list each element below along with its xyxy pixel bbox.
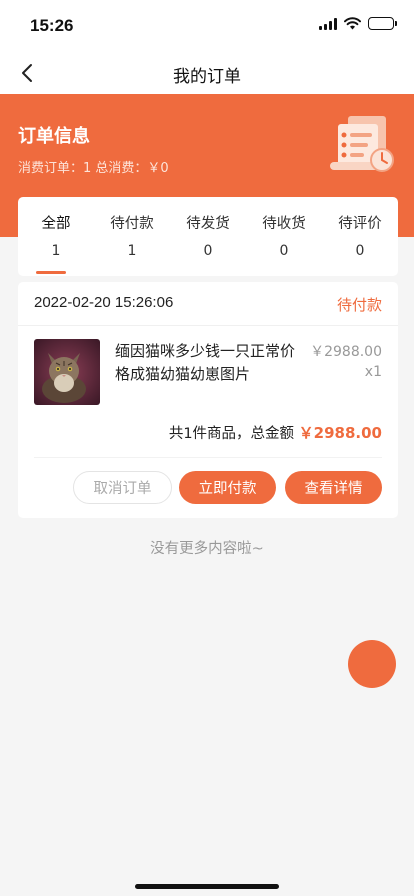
tab-all[interactable]: 全部 1 bbox=[18, 197, 94, 276]
cancel-order-button[interactable]: 取消订单 bbox=[73, 471, 172, 504]
order-total-amount: ￥2988.00 bbox=[298, 424, 382, 442]
floating-action-button[interactable] bbox=[348, 640, 396, 688]
tab-count: 0 bbox=[279, 243, 289, 259]
tab-count: 0 bbox=[203, 243, 213, 259]
wifi-icon bbox=[344, 17, 361, 30]
cat-photo bbox=[34, 339, 100, 405]
order-card[interactable]: 2022-02-20 15:26:06 待付款 缅因猫咪多少钱一只正常价格成猫幼… bbox=[18, 282, 398, 518]
home-indicator bbox=[135, 884, 279, 889]
order-header: 2022-02-20 15:26:06 待付款 bbox=[18, 282, 398, 326]
no-more-content-text: 没有更多内容啦~ bbox=[150, 541, 264, 557]
product-price: ￥2988.00 bbox=[310, 344, 382, 360]
order-total: 共1件商品，总金额 ￥2988.00 bbox=[169, 422, 382, 443]
tab-label: 待发货 bbox=[186, 216, 230, 232]
tab-label: 待付款 bbox=[110, 216, 154, 232]
tab-pending-receipt[interactable]: 待收货 0 bbox=[246, 197, 322, 276]
header-title: 订单信息 bbox=[18, 126, 90, 147]
status-bar: 15:26 bbox=[0, 0, 414, 52]
tab-label: 待评价 bbox=[338, 216, 382, 232]
tab-pending-shipment[interactable]: 待发货 0 bbox=[170, 197, 246, 276]
divider bbox=[34, 457, 382, 458]
status-time: 15:26 bbox=[30, 16, 74, 35]
order-total-label: 共1件商品，总金额 bbox=[168, 426, 295, 442]
view-details-button[interactable]: 查看详情 bbox=[285, 471, 382, 504]
tab-pending-review[interactable]: 待评价 0 bbox=[322, 197, 398, 276]
product-quantity: x1 bbox=[364, 364, 382, 380]
header-summary: 消费订单：1 总消费：￥0 bbox=[18, 161, 169, 176]
tab-label: 待收货 bbox=[262, 216, 306, 232]
tab-label: 全部 bbox=[41, 216, 71, 232]
product-image[interactable] bbox=[34, 339, 100, 405]
pay-now-button[interactable]: 立即付款 bbox=[179, 471, 276, 504]
order-time: 2022-02-20 15:26:06 bbox=[34, 294, 174, 311]
status-icons bbox=[319, 17, 397, 30]
active-tab-indicator bbox=[36, 271, 66, 274]
tab-pending-payment[interactable]: 待付款 1 bbox=[94, 197, 170, 276]
nav-bar: 我的订单 bbox=[0, 52, 414, 94]
tab-count: 1 bbox=[127, 243, 137, 259]
tab-count: 1 bbox=[51, 243, 61, 259]
page-title: 我的订单 bbox=[173, 67, 241, 87]
order-status: 待付款 bbox=[336, 296, 382, 314]
signal-icon bbox=[319, 17, 337, 30]
product-name[interactable]: 缅因猫咪多少钱一只正常价格成猫幼猫幼崽图片 bbox=[115, 340, 295, 386]
tab-count: 0 bbox=[355, 243, 365, 259]
receipt-clock-icon bbox=[330, 116, 394, 172]
battery-icon bbox=[368, 17, 397, 30]
order-tabs: 全部 1 待付款 1 待发货 0 待收货 0 待评价 0 bbox=[18, 197, 398, 276]
